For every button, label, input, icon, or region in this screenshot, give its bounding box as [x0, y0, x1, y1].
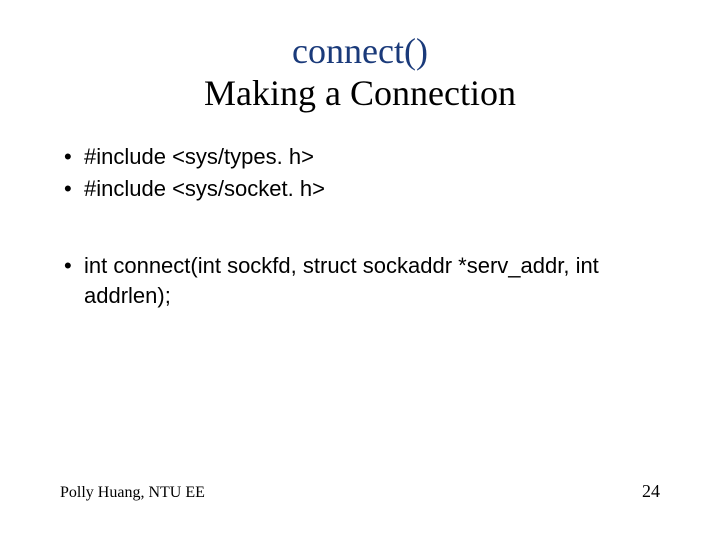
bullet-text: int connect(int sockfd, struct sockaddr … — [84, 251, 660, 310]
title-block: connect() Making a Connection — [60, 30, 660, 114]
title-function-name: connect() — [60, 30, 660, 72]
title-subtitle: Making a Connection — [60, 72, 660, 114]
footer-author: Polly Huang, NTU EE — [60, 484, 205, 502]
bullet-group-signature: • int connect(int sockfd, struct sockadd… — [60, 251, 660, 310]
list-item: • #include <sys/types. h> — [60, 142, 660, 172]
list-item: • #include <sys/socket. h> — [60, 174, 660, 204]
bullet-group-includes: • #include <sys/types. h> • #include <sy… — [60, 142, 660, 203]
slide: connect() Making a Connection • #include… — [0, 0, 720, 540]
bullet-marker-icon: • — [60, 174, 84, 204]
bullet-marker-icon: • — [60, 142, 84, 172]
footer-page-number: 24 — [642, 481, 660, 502]
footer: Polly Huang, NTU EE 24 — [60, 481, 660, 502]
content-area: • #include <sys/types. h> • #include <sy… — [60, 142, 660, 311]
bullet-text: #include <sys/types. h> — [84, 142, 660, 172]
bullet-marker-icon: • — [60, 251, 84, 281]
list-item: • int connect(int sockfd, struct sockadd… — [60, 251, 660, 310]
bullet-text: #include <sys/socket. h> — [84, 174, 660, 204]
